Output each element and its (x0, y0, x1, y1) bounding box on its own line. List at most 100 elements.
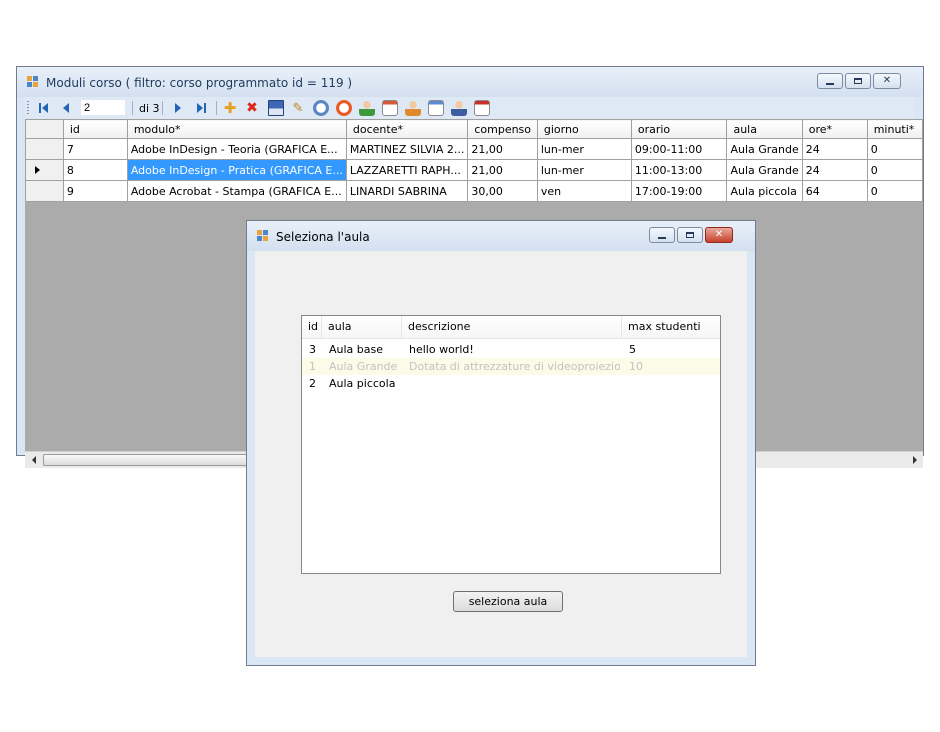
move-previous-icon (63, 103, 69, 113)
delete-icon: ✖ (246, 100, 258, 116)
cell-ore[interactable]: 24 (801, 159, 868, 181)
close-button[interactable]: ✕ (705, 227, 733, 243)
table-row[interactable]: 9 Adobe Acrobat - Stampa (GRAFICA E... L… (25, 180, 923, 202)
list-column-max-studenti[interactable]: max studenti (622, 316, 720, 338)
main-titlebar[interactable]: Moduli corso ( filtro: corso programmato… (17, 67, 923, 97)
user-icon[interactable] (405, 100, 421, 116)
table-row[interactable]: 7 Adobe InDesign - Teoria (GRAFICA E... … (25, 138, 923, 160)
dialog-client-area: id aula descrizione max studenti 3 Aula … (255, 251, 747, 657)
column-header-modulo[interactable]: modulo* (126, 119, 347, 139)
cell-orario[interactable]: 11:00-13:00 (630, 159, 728, 181)
move-last-button[interactable] (193, 100, 209, 116)
alarm-clock-icon[interactable] (336, 100, 352, 116)
maximize-button[interactable] (845, 73, 871, 89)
clock-icon[interactable] (313, 100, 329, 116)
toolbar-grip[interactable] (27, 101, 29, 115)
record-count-label: di 3 (139, 102, 160, 115)
cell-aula[interactable]: Aula Grande (726, 138, 803, 160)
scroll-right-button[interactable] (906, 452, 923, 468)
move-previous-button[interactable] (58, 100, 74, 116)
cell-ore[interactable]: 24 (801, 138, 868, 160)
cell-id[interactable]: 7 (62, 138, 128, 160)
move-next-button[interactable] (170, 100, 186, 116)
column-header-minuti[interactable]: minuti* (866, 119, 923, 139)
user-icon[interactable] (359, 100, 375, 116)
current-row-icon (35, 165, 40, 174)
cell-docente[interactable]: LINARDI SABRINA (345, 180, 469, 202)
row-header[interactable] (25, 138, 64, 160)
cell-ore[interactable]: 64 (801, 180, 868, 202)
cell-compenso[interactable]: 21,00 (467, 159, 538, 181)
row-header-corner[interactable] (25, 119, 64, 139)
cell-giorno[interactable]: lun-mer (536, 159, 632, 181)
cell-id[interactable]: 8 (62, 159, 128, 181)
save-icon[interactable] (268, 100, 284, 116)
list-column-descrizione[interactable]: descrizione (402, 316, 622, 338)
user-icon[interactable] (451, 100, 467, 116)
position-input[interactable] (80, 99, 126, 116)
minimize-icon (826, 82, 834, 85)
calendar-icon[interactable] (382, 100, 398, 116)
list-column-id[interactable]: id (302, 316, 322, 338)
minimize-button[interactable] (817, 73, 843, 89)
minimize-button[interactable] (649, 227, 675, 243)
cell-minuti[interactable]: 0 (866, 159, 923, 181)
column-header-ore[interactable]: ore* (801, 119, 868, 139)
table-row-current[interactable]: 8 Adobe InDesign - Pratica (GRAFICA E...… (25, 159, 923, 181)
calendar-icon[interactable] (474, 100, 490, 116)
list-cell-descrizione (402, 375, 622, 392)
list-column-aula[interactable]: aula (322, 316, 402, 338)
move-first-button[interactable] (35, 100, 51, 116)
cell-modulo[interactable]: Adobe InDesign - Teoria (GRAFICA E... (126, 138, 347, 160)
close-button[interactable]: ✕ (873, 73, 901, 89)
add-new-button[interactable]: ✚ (222, 100, 238, 116)
column-header-id[interactable]: id (62, 119, 128, 139)
maximize-icon (854, 78, 862, 84)
column-header-aula[interactable]: aula (726, 119, 803, 139)
dialog-title: Seleziona l'aula (276, 230, 370, 244)
list-item[interactable]: 3 Aula base hello world! 5 (302, 341, 720, 358)
list-header: id aula descrizione max studenti (302, 316, 720, 339)
grid-header-row: id modulo* docente* compenso giorno orar… (25, 119, 923, 139)
cell-docente[interactable]: MARTINEZ SILVIA 2... (345, 138, 469, 160)
move-first-icon (38, 103, 41, 113)
cell-modulo[interactable]: Adobe Acrobat - Stampa (GRAFICA E... (126, 180, 347, 202)
cell-id[interactable]: 9 (62, 180, 128, 202)
scroll-left-button[interactable] (25, 452, 42, 468)
cell-orario[interactable]: 09:00-11:00 (630, 138, 728, 160)
delete-button[interactable]: ✖ (244, 100, 260, 116)
dialog-titlebar[interactable]: Seleziona l'aula ✕ (247, 221, 755, 251)
move-last-icon (196, 103, 203, 113)
calendar-icon[interactable] (428, 100, 444, 116)
list-cell-descrizione: hello world! (409, 343, 474, 356)
cell-orario[interactable]: 17:00-19:00 (630, 180, 728, 202)
cell-giorno[interactable]: ven (536, 180, 632, 202)
list-cell-aula: Aula Grande (329, 360, 398, 373)
row-header[interactable] (25, 159, 64, 181)
list-cell-max-studenti: 5 (629, 343, 636, 356)
row-header[interactable] (25, 180, 64, 202)
maximize-button[interactable] (677, 227, 703, 243)
column-header-orario[interactable]: orario (630, 119, 728, 139)
cell-compenso[interactable]: 21,00 (467, 138, 538, 160)
room-list[interactable]: id aula descrizione max studenti 3 Aula … (301, 315, 721, 574)
cell-minuti[interactable]: 0 (866, 138, 923, 160)
cell-giorno[interactable]: lun-mer (536, 138, 632, 160)
cell-docente[interactable]: LAZZARETTI RAPH... (345, 159, 469, 181)
cell-compenso[interactable]: 30,00 (467, 180, 538, 202)
column-header-giorno[interactable]: giorno (536, 119, 632, 139)
cell-aula[interactable]: Aula piccola (726, 180, 803, 202)
select-room-button[interactable]: seleziona aula (453, 591, 563, 612)
cell-minuti[interactable]: 0 (866, 180, 923, 202)
list-item[interactable]: 2 Aula piccola (302, 375, 720, 392)
scrollbar-thumb[interactable] (43, 454, 263, 466)
select-room-dialog: Seleziona l'aula ✕ id aula descrizione m… (246, 220, 756, 666)
list-cell-descrizione: Dotata di attrezzature di videoproiezion… (409, 360, 620, 373)
list-cell-max-studenti (622, 375, 720, 392)
column-header-docente[interactable]: docente* (345, 119, 469, 139)
wand-icon[interactable]: ✎ (290, 100, 306, 116)
cell-aula[interactable]: Aula Grande (726, 159, 803, 181)
column-header-compenso[interactable]: compenso (467, 119, 538, 139)
list-cell-aula: Aula piccola (329, 377, 396, 390)
cell-modulo-selected[interactable]: Adobe InDesign - Pratica (GRAFICA E... (126, 159, 347, 181)
